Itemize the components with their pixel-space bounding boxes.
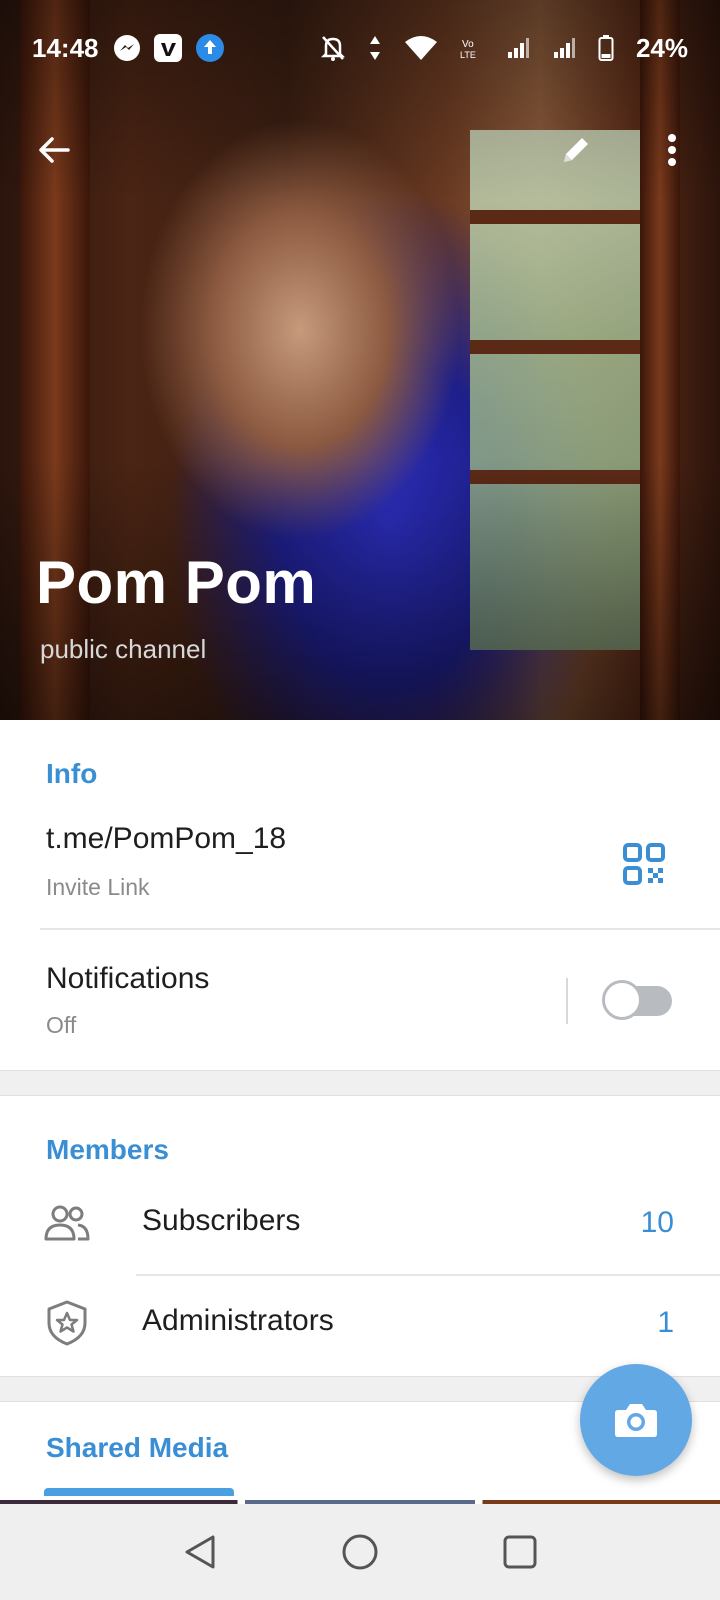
channel-name: Pom Pom	[36, 549, 317, 616]
nav-recents-button[interactable]	[490, 1522, 550, 1582]
photo-window-bar	[470, 340, 650, 354]
qr-code-button[interactable]	[622, 842, 666, 886]
notifications-value: Off	[46, 1012, 77, 1038]
square-recents-icon	[503, 1535, 537, 1569]
triangle-back-icon	[185, 1535, 215, 1569]
subscribers-row[interactable]: Subscribers 10	[0, 1174, 720, 1274]
status-time: 14:48	[32, 32, 99, 63]
vimeo-icon	[153, 33, 183, 63]
wifi-icon	[404, 34, 438, 62]
shared-media-tab-indicator	[44, 1488, 234, 1496]
channel-type: public channel	[40, 634, 207, 664]
back-arrow-icon	[39, 137, 70, 163]
volte-icon: Vo LTE	[460, 36, 484, 60]
qr-code-icon	[623, 843, 665, 885]
back-button[interactable]	[24, 120, 84, 180]
shared-media-tab[interactable]: Shared Media	[46, 1432, 228, 1464]
camera-icon	[615, 1404, 657, 1437]
administrators-label: Administrators	[142, 1304, 334, 1337]
members-section: Members Subscribers 10 Administrators 1	[0, 1096, 720, 1376]
people-icon	[42, 1198, 92, 1248]
notifications-off-icon	[320, 34, 346, 62]
administrators-count: 1	[657, 1306, 674, 1339]
data-arrows-icon	[368, 34, 382, 62]
toggle-separator	[566, 978, 568, 1024]
messenger-icon	[113, 34, 141, 62]
more-vertical-icon	[668, 134, 676, 166]
notifications-toggle[interactable]	[602, 980, 672, 1020]
photo-window-bar	[470, 210, 650, 224]
members-header: Members	[46, 1134, 169, 1165]
administrators-row[interactable]: Administrators 1	[0, 1276, 720, 1376]
signal-icon	[506, 36, 530, 60]
svg-text:Vo: Vo	[462, 39, 474, 50]
svg-text:LTE: LTE	[460, 50, 476, 60]
invite-link-value: t.me/PomPom_18	[46, 822, 287, 855]
subscribers-count: 10	[640, 1206, 674, 1239]
camera-button[interactable]	[580, 1364, 692, 1476]
subscribers-label: Subscribers	[142, 1204, 301, 1237]
nav-back-button[interactable]	[170, 1522, 230, 1582]
status-bar: 14:48 Vo LTE 24%	[0, 0, 720, 96]
toggle-knob	[602, 980, 642, 1020]
notifications-label: Notifications	[46, 962, 210, 995]
more-options-button[interactable]	[642, 120, 702, 180]
toolbar	[0, 110, 720, 190]
edit-button[interactable]	[546, 120, 606, 180]
invite-link-row[interactable]: t.me/PomPom_18 Invite Link	[0, 790, 720, 910]
info-header: Info	[46, 758, 98, 789]
invite-link-label: Invite Link	[46, 874, 150, 900]
app-notification-icon	[195, 33, 225, 63]
circle-home-icon	[342, 1534, 378, 1570]
nav-home-button[interactable]	[330, 1522, 390, 1582]
pencil-icon	[564, 138, 588, 162]
battery-percent: 24%	[635, 32, 688, 63]
divider	[40, 928, 720, 930]
signal-icon	[552, 36, 576, 60]
battery-icon	[598, 34, 614, 62]
shield-star-icon	[42, 1298, 92, 1348]
system-navigation-bar	[0, 1504, 720, 1600]
section-gap	[0, 1070, 720, 1096]
